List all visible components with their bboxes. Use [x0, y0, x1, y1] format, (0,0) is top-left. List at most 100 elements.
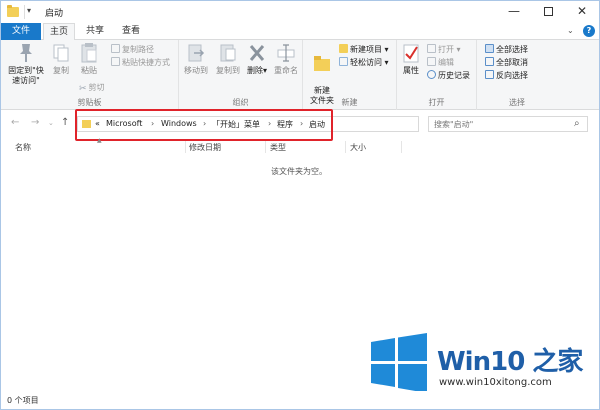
edit-button[interactable]: 编辑 — [427, 57, 454, 68]
new-group: 新建 文件夹 新建项目 ▾ 轻松访问 ▾ 新建 — [303, 40, 397, 110]
properties-button[interactable]: 属性 — [399, 42, 423, 76]
pin-label: 固定到"快速访问" — [8, 66, 44, 85]
select-all-icon — [485, 44, 494, 53]
tab-home[interactable]: 主页 — [43, 23, 75, 41]
organize-group-label: 组织 — [232, 98, 249, 107]
open-label: 打开 — [438, 45, 454, 54]
quick-access-dropdown-icon[interactable]: ▾ — [27, 6, 31, 15]
copy-path-icon — [111, 44, 120, 53]
copy-path-label: 复制路径 — [122, 45, 154, 54]
help-icon[interactable]: ? — [583, 25, 595, 37]
sort-indicator-icon: ▲ — [97, 137, 102, 144]
watermark-brand: Win10 之家 — [437, 347, 583, 377]
window-title: 启动 — [45, 9, 64, 19]
close-button[interactable]: ✕ — [565, 1, 599, 23]
invert-selection-label: 反向选择 — [496, 71, 528, 80]
paste-shortcut-button[interactable]: 粘贴快捷方式 — [111, 57, 170, 68]
ribbon-tabs: 文件 主页 共享 查看 ⌄ ? — [1, 23, 599, 41]
history-icon — [427, 70, 436, 79]
column-header-name[interactable]: 名称 — [15, 141, 31, 155]
copy-to-icon — [220, 44, 236, 62]
tab-share[interactable]: 共享 — [79, 23, 111, 40]
rename-icon — [277, 44, 295, 62]
windows-logo — [371, 333, 427, 393]
delete-icon — [249, 45, 265, 61]
invert-selection-button[interactable]: 反向选择 — [485, 70, 528, 81]
select-group-label: 选择 — [509, 98, 525, 107]
empty-folder-message: 该文件夹为空。 — [271, 167, 327, 176]
new-item-icon — [339, 44, 348, 53]
cut-button[interactable]: ✂ 剪切 — [79, 82, 105, 94]
move-to-icon — [188, 44, 205, 62]
new-group-label: 新建 — [341, 98, 358, 107]
column-header-modified[interactable]: 修改日期 — [189, 141, 221, 155]
rename-label: 重命名 — [274, 66, 298, 75]
history-button[interactable]: 历史记录 — [427, 70, 470, 81]
column-header-type[interactable]: 类型 — [270, 141, 286, 155]
minimize-button[interactable]: — — [497, 1, 531, 23]
pin-quick-access-button[interactable]: 固定到"快速访问" — [5, 42, 47, 86]
title-separator — [24, 5, 25, 19]
address-highlight-box — [75, 109, 333, 141]
open-icon — [427, 44, 436, 53]
copy-path-button[interactable]: 复制路径 — [111, 44, 154, 55]
easy-access-button[interactable]: 轻松访问 ▾ — [339, 57, 389, 68]
delete-button[interactable]: 删除▾ — [245, 42, 269, 76]
clipboard-group: 固定到"快速访问" 复制 粘贴 复制路径 粘贴快捷方式 ✂ 剪切 剪贴板 — [1, 40, 179, 110]
delete-dropdown-icon: ▾ — [262, 66, 267, 75]
select-none-icon — [485, 57, 494, 66]
open-button[interactable]: 打开 ▾ — [427, 44, 461, 55]
search-icon[interactable]: ⌕ — [574, 118, 580, 129]
pin-icon — [20, 44, 32, 62]
expand-ribbon-icon[interactable]: ⌄ — [567, 26, 574, 35]
status-bar: 0 个项目 — [1, 391, 599, 409]
item-count: 0 个项目 — [7, 396, 39, 405]
copy-to-label: 复制到 — [216, 66, 240, 75]
column-divider[interactable] — [345, 141, 346, 153]
new-item-button[interactable]: 新建项目 ▾ — [339, 44, 389, 55]
copy-label: 复制 — [53, 66, 69, 75]
folder-icon — [7, 5, 19, 17]
column-header-size[interactable]: 大小 — [350, 141, 366, 155]
recent-locations-icon[interactable]: ⌄ — [48, 119, 54, 127]
move-to-label: 移动到 — [184, 66, 208, 75]
back-arrow-icon[interactable]: ← — [11, 117, 19, 128]
properties-icon — [403, 44, 419, 63]
watermark-url: www.win10xitong.com — [439, 377, 552, 388]
paste-label: 粘贴 — [81, 66, 97, 75]
edit-icon — [427, 57, 436, 66]
column-divider[interactable] — [401, 141, 402, 153]
move-to-button[interactable]: 移动到 — [181, 42, 211, 76]
column-divider[interactable] — [185, 141, 186, 153]
paste-shortcut-label: 粘贴快捷方式 — [122, 58, 170, 67]
select-none-button[interactable]: 全部取消 — [485, 57, 528, 68]
maximize-button[interactable] — [531, 1, 565, 23]
paste-icon — [81, 43, 97, 63]
copy-button[interactable]: 复制 — [49, 42, 73, 76]
forward-arrow-icon[interactable]: → — [31, 117, 39, 128]
tab-file[interactable]: 文件 — [1, 23, 41, 40]
up-arrow-icon[interactable]: ↑ — [61, 117, 69, 128]
edit-label: 编辑 — [438, 58, 454, 67]
rename-button[interactable]: 重命名 — [271, 42, 301, 76]
delete-label: 删除 — [246, 66, 263, 75]
copy-to-button[interactable]: 复制到 — [213, 42, 243, 76]
invert-selection-icon — [485, 70, 494, 79]
search-input[interactable]: 搜索"启动" ⌕ — [428, 116, 588, 132]
open-group: 属性 打开 ▾ 编辑 历史记录 打开 — [397, 40, 477, 110]
search-placeholder: 搜索"启动" — [434, 120, 474, 129]
cut-label: 剪切 — [88, 83, 105, 92]
ribbon: 固定到"快速访问" 复制 粘贴 复制路径 粘贴快捷方式 ✂ 剪切 剪贴板 移动到… — [1, 40, 599, 110]
select-none-label: 全部取消 — [496, 58, 528, 67]
tab-view[interactable]: 查看 — [115, 23, 147, 40]
new-folder-icon — [314, 56, 330, 71]
select-all-label: 全部选择 — [496, 45, 528, 54]
easy-access-icon — [339, 57, 348, 66]
paste-button[interactable]: 粘贴 — [77, 42, 101, 76]
column-divider[interactable] — [265, 141, 266, 153]
clipboard-group-label: 剪贴板 — [77, 98, 102, 107]
select-all-button[interactable]: 全部选择 — [485, 44, 528, 55]
copy-icon — [53, 44, 69, 62]
organize-group: 移动到 复制到 删除▾ 重命名 组织 — [179, 40, 303, 110]
new-item-label: 新建项目 — [350, 45, 382, 54]
